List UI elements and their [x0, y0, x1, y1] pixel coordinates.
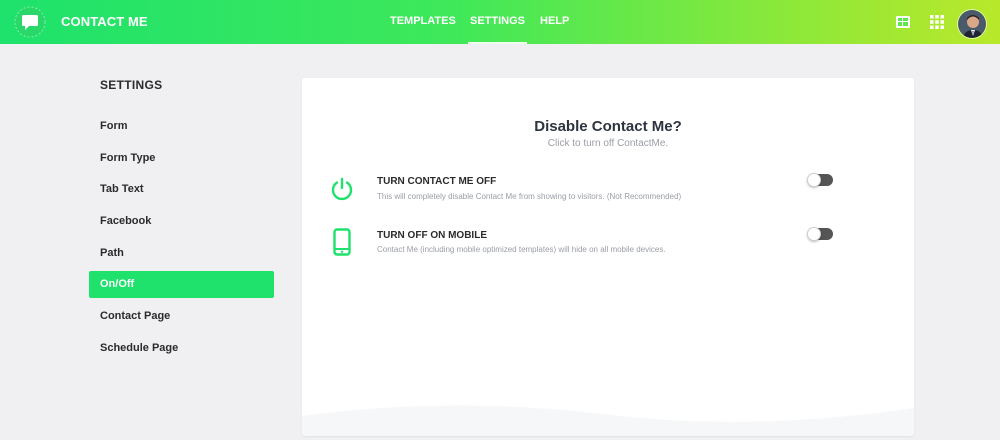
sidebar-item-form-type[interactable]: Form Type [89, 145, 274, 172]
panel-subtitle: Click to turn off ContactMe. [547, 138, 669, 149]
option-mobile-description: Contact Me (including mobile optimized t… [377, 245, 666, 254]
option-mobile-title: TURN OFF ON MOBILE [377, 230, 487, 241]
sidebar-item-schedule-page[interactable]: Schedule Page [89, 335, 274, 362]
sidebar-item-form[interactable]: Form [89, 113, 274, 140]
sidebar-item-path[interactable]: Path [89, 240, 274, 267]
sidebar-item-facebook[interactable]: Facebook [89, 208, 274, 235]
sidebar-item-contact-page[interactable]: Contact Page [89, 303, 274, 330]
turn-off-on-mobile-toggle[interactable] [807, 227, 833, 241]
sidebar-item-on-off[interactable]: On/Off [89, 271, 274, 298]
nav-settings[interactable]: SETTINGS [467, 0, 528, 44]
brand-name[interactable]: CONTACT ME [61, 0, 148, 44]
mobile-phone-icon [333, 228, 351, 261]
panel-title: Disable Contact Me? [534, 118, 682, 135]
option-turn-off-description: This will completely disable Contact Me … [377, 192, 682, 201]
top-navigation-bar: CONTACT ME TEMPLATES SETTINGS HELP [0, 0, 1000, 44]
power-icon [329, 176, 355, 207]
toggle-knob [807, 227, 821, 241]
option-turn-off-title: TURN CONTACT ME OFF [377, 176, 497, 187]
toggle-knob [807, 173, 821, 187]
turn-contact-me-off-toggle[interactable] [807, 173, 833, 187]
contact-me-logo-icon[interactable] [14, 6, 46, 38]
nav-help[interactable]: HELP [540, 0, 569, 44]
user-avatar[interactable] [957, 9, 987, 39]
nav-templates[interactable]: TEMPLATES [390, 0, 456, 44]
card-bottom-wave [302, 405, 914, 436]
apps-grid-icon[interactable] [928, 13, 946, 31]
dashboard-icon[interactable] [894, 13, 912, 31]
settings-panel: Disable Contact Me? Click to turn off Co… [302, 78, 914, 436]
sidebar-item-tab-text[interactable]: Tab Text [89, 176, 274, 203]
sidebar-title: SETTINGS [100, 78, 163, 92]
